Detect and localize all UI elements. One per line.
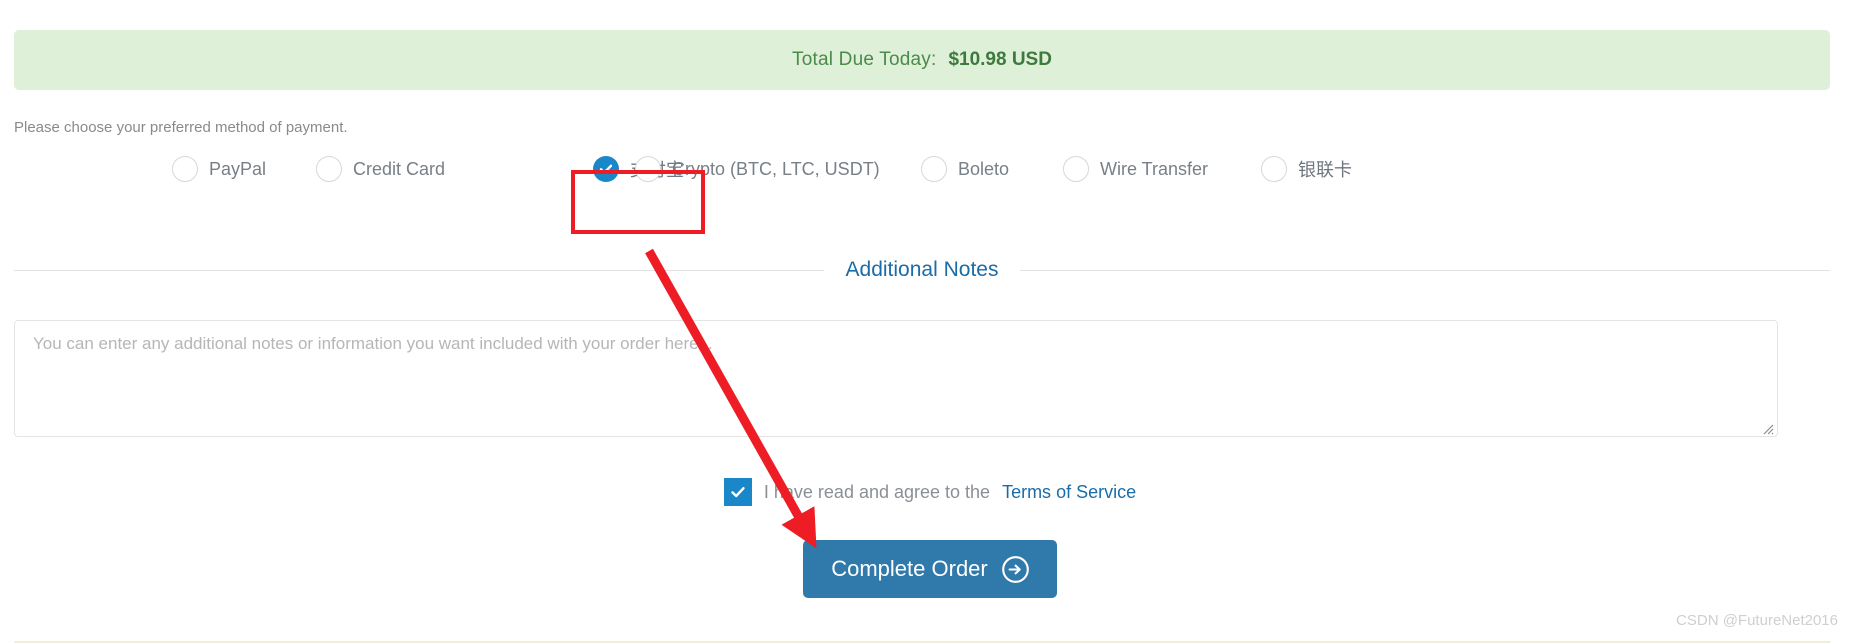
bottom-divider — [14, 641, 1830, 643]
payment-option-paypal[interactable]: PayPal — [172, 148, 266, 190]
complete-order-button[interactable]: Complete Order — [803, 540, 1057, 598]
payment-option-label: Wire Transfer — [1100, 158, 1209, 179]
additional-notes-header: Additional Notes — [14, 258, 1830, 282]
watermark-text: CSDN @FutureNet2016 — [1676, 612, 1838, 629]
terms-of-service-link[interactable]: Terms of Service — [1002, 482, 1136, 503]
additional-notes-title: Additional Notes — [845, 258, 999, 281]
payment-option-credit-card[interactable]: Credit Card — [316, 148, 445, 190]
terms-agreement-row: I have read and agree to the Terms of Se… — [0, 478, 1860, 506]
payment-option-label: Boleto — [958, 158, 1010, 179]
radio-unchecked-icon[interactable] — [1261, 156, 1287, 182]
total-due-banner: Total Due Today: $10.98 USD — [14, 30, 1830, 90]
radio-unchecked-icon[interactable] — [921, 156, 947, 182]
payment-methods-group: PayPal Credit Card 支付宝 Crypto (BTC, LTC,… — [0, 148, 1860, 190]
payment-option-label: Crypto (BTC, LTC, USDT) — [672, 158, 880, 179]
arrow-circle-right-icon — [1001, 555, 1029, 583]
payment-method-prompt: Please choose your preferred method of p… — [14, 119, 348, 136]
payment-option-wire-transfer[interactable]: Wire Transfer — [1063, 148, 1208, 190]
divider-right — [1020, 269, 1830, 271]
payment-option-unionpay[interactable]: 银联卡 — [1261, 148, 1352, 190]
divider-left — [14, 269, 824, 271]
payment-option-crypto[interactable]: Crypto (BTC, LTC, USDT) — [635, 148, 880, 190]
radio-unchecked-icon[interactable] — [316, 156, 342, 182]
terms-checkbox[interactable] — [723, 478, 752, 506]
payment-option-boleto[interactable]: Boleto — [921, 148, 1009, 190]
payment-option-label: PayPal — [209, 158, 267, 179]
payment-option-label: 银联卡 — [1298, 160, 1352, 180]
radio-unchecked-icon[interactable] — [1063, 156, 1089, 182]
submit-row: Complete Order — [0, 540, 1860, 598]
total-due-amount: $10.98 USD — [948, 49, 1052, 70]
terms-label: I have read and agree to the — [763, 481, 991, 502]
radio-checked-icon[interactable] — [593, 156, 619, 182]
total-due-label: Total Due Today: — [792, 49, 937, 70]
payment-option-label: Credit Card — [353, 158, 446, 179]
radio-unchecked-icon[interactable] — [635, 156, 661, 182]
additional-notes-input[interactable] — [14, 320, 1778, 437]
radio-unchecked-icon[interactable] — [172, 156, 198, 182]
complete-order-label: Complete Order — [831, 556, 988, 581]
